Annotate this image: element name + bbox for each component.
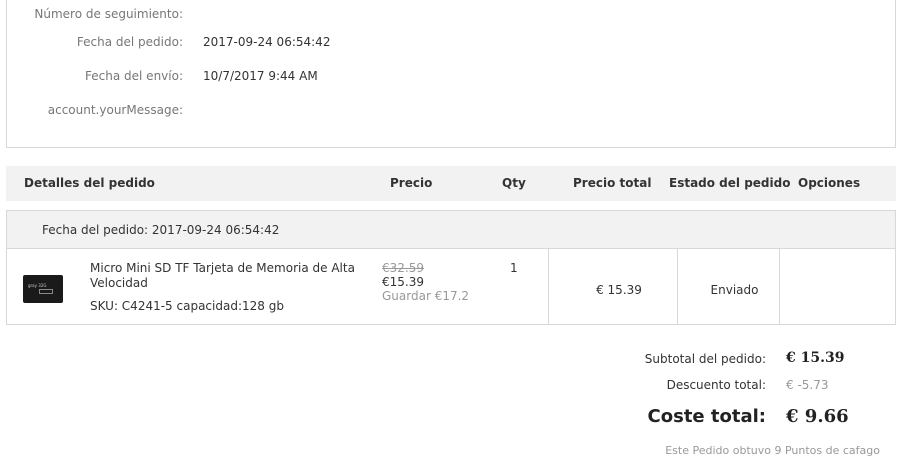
header-total-price: Precio total [573, 176, 652, 190]
order-block: Fecha del pedido: 2017-09-24 06:54:42 gr… [6, 210, 896, 325]
discount-label: Descuento total: [666, 378, 766, 392]
order-status: Enviado [710, 283, 759, 297]
order-info-panel: Número de seguimiento: Fecha del pedido:… [6, 0, 896, 148]
price-savings: Guardar €17.2 [382, 289, 470, 303]
message-label: account.yourMessage: [47, 103, 183, 117]
tracking-label: Número de seguimiento: [34, 7, 183, 21]
product-title[interactable]: Micro Mini SD TF Tarjeta de Memoria de A… [90, 261, 360, 291]
price-current: €15.39 [382, 275, 424, 289]
grand-total-value: € 9.66 [786, 406, 849, 427]
product-sku: SKU: C4241-5 capacidad:128 gb [90, 299, 284, 313]
header-options: Opciones [798, 176, 861, 190]
header-details: Detalles del pedido [24, 176, 155, 190]
price-original: €32.59 [382, 261, 424, 275]
ship-date-value: 10/7/2017 9:44 AM [203, 69, 318, 83]
subtotal-label: Subtotal del pedido: [644, 352, 766, 366]
order-date-value: 2017-09-24 06:54:42 [203, 35, 331, 49]
ship-date-label: Fecha del envío: [85, 69, 183, 83]
discount-value: € -5.73 [786, 378, 829, 392]
order-date-label: Fecha del pedido: [76, 35, 183, 49]
order-date-bar: Fecha del pedido: 2017-09-24 06:54:42 [7, 211, 895, 249]
subtotal-value: € 15.39 [786, 350, 845, 366]
cell-divider [548, 249, 549, 325]
product-thumbnail[interactable]: gray 32G [23, 275, 63, 303]
header-price: Precio [390, 176, 433, 190]
grand-total-label: Coste total: [647, 406, 766, 427]
points-note: Este Pedido obtuvo 9 Puntos de cafago [665, 444, 880, 457]
order-table-header: Detalles del pedido Precio Qty Precio to… [6, 166, 896, 201]
item-qty: 1 [510, 261, 518, 275]
header-qty: Qty [502, 176, 526, 190]
sd-card-icon [39, 289, 53, 294]
item-total-price: € 15.39 [596, 283, 642, 297]
thumbnail-brand: gray 32G [28, 283, 47, 288]
header-status: Estado del pedido [669, 176, 791, 190]
